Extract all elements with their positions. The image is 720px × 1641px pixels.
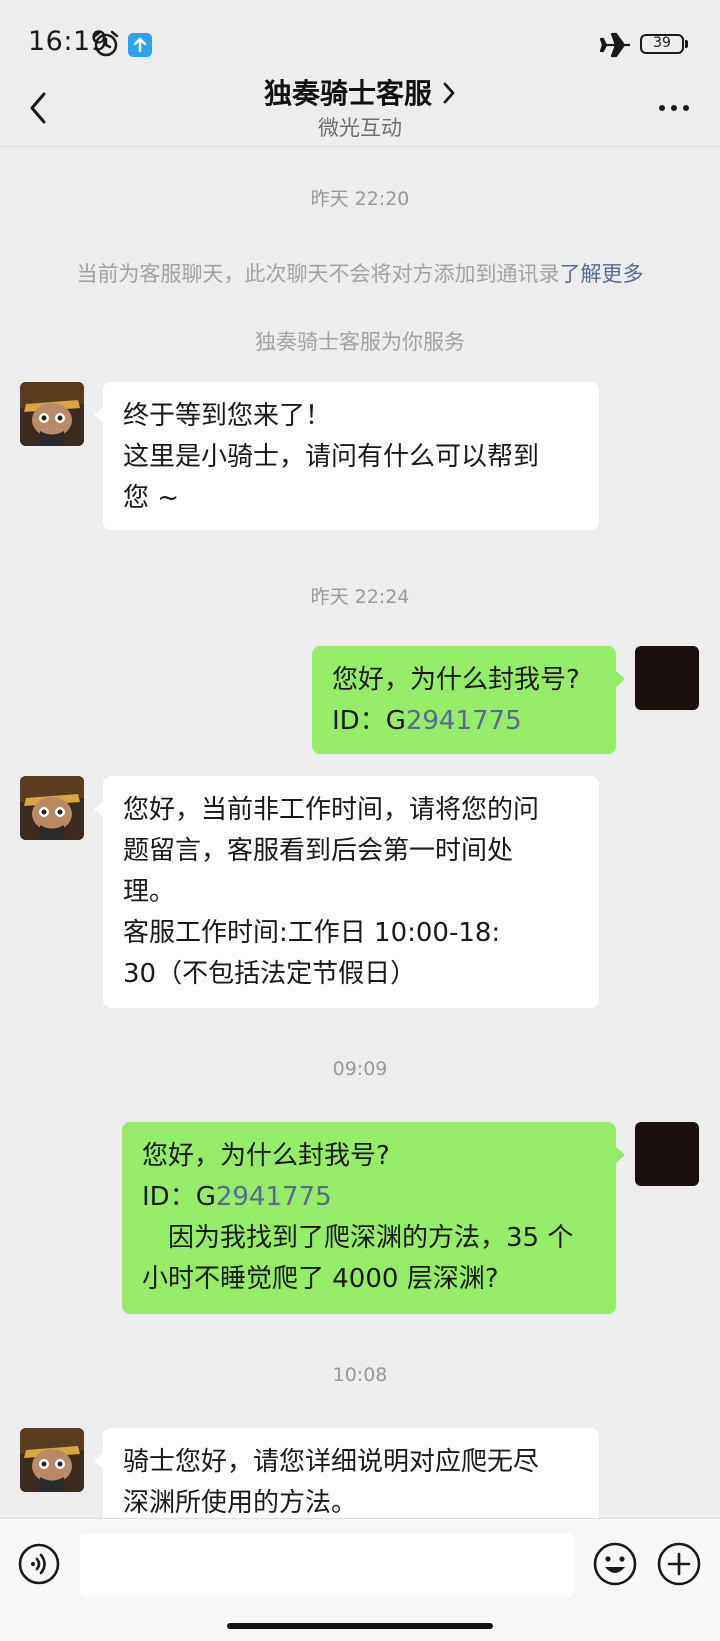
timestamp: 昨天 22:24: [310, 586, 410, 608]
message-text: ID：G2941775: [332, 706, 522, 736]
timestamp: 昨天 22:20: [310, 188, 410, 210]
message-text: 理。: [123, 877, 176, 907]
message-text: 您 ~: [123, 483, 180, 513]
user-avatar[interactable]: [635, 1122, 699, 1186]
add-icon[interactable]: [656, 1541, 702, 1587]
airplane-mode-icon: [600, 32, 630, 58]
message-text: 您好，当前非工作时间，请将您的问: [123, 795, 540, 825]
message-bubble[interactable]: 您好，为什么封我号? ID：G2941775 因为我找到了爬深渊的方法，35 个…: [122, 1122, 625, 1314]
chat-header: 独奏骑士客服 微光互动: [0, 70, 720, 147]
message-text: 客服工作时间:工作日 10:00-18:: [123, 918, 501, 948]
message-bubble[interactable]: 终于等到您来了！ 这里是小骑士，请问有什么可以帮到 您 ~: [94, 382, 599, 530]
status-bar: 16:19 39: [0, 0, 720, 78]
input-toolbar: [0, 1518, 720, 1641]
message-text: 您好，为什么封我号?: [332, 665, 580, 695]
id-number: 2941775: [405, 706, 522, 736]
emoji-icon[interactable]: [592, 1541, 638, 1587]
service-avatar[interactable]: [20, 1428, 84, 1492]
chat-title-link[interactable]: 独奏骑士客服: [0, 72, 720, 112]
message-text: 小时不睡觉爬了 4000 层深渊?: [142, 1264, 499, 1294]
message-text: 骑士您好，请您详细说明对应爬无尽: [123, 1447, 540, 1477]
service-avatar[interactable]: [20, 776, 84, 840]
service-avatar[interactable]: [20, 382, 84, 446]
timestamp: 09:09: [332, 1058, 388, 1080]
message-text: 您好，为什么封我号?: [142, 1141, 390, 1171]
chevron-right-icon[interactable]: [442, 81, 456, 105]
home-indicator[interactable]: [227, 1623, 493, 1629]
timestamp: 10:08: [332, 1364, 388, 1386]
message-text: 题留言，客服看到后会第一时间处: [123, 836, 514, 866]
chat-title[interactable]: 独奏骑士客服: [264, 77, 432, 110]
notice-text: 当前为客服聊天，此次聊天不会将对方添加到通讯录: [76, 262, 560, 286]
battery-icon: 39: [640, 34, 690, 54]
message-text: 这里是小骑士，请问有什么可以帮到: [123, 442, 540, 472]
id-number: 2941775: [215, 1182, 332, 1212]
message-bubble[interactable]: 您好，为什么封我号? ID：G2941775: [312, 646, 625, 754]
learn-more-link[interactable]: 了解更多: [560, 262, 644, 286]
chat-subtitle: 微光互动: [318, 116, 402, 140]
message-input[interactable]: [80, 1533, 574, 1597]
service-notice: 独奏骑士客服为你服务: [255, 330, 465, 354]
message-text: 因为我找到了爬深渊的方法，35 个: [142, 1223, 574, 1253]
service-chat-notice: 当前为客服聊天，此次聊天不会将对方添加到通讯录了解更多: [0, 258, 720, 288]
battery-level: 39: [653, 35, 671, 51]
upload-notification-icon: [128, 33, 152, 57]
message-bubble[interactable]: 您好，当前非工作时间，请将您的问 题留言，客服看到后会第一时间处 理。 客服工作…: [94, 776, 599, 1008]
message-text: 30（不包括法定节假日）: [123, 959, 417, 989]
voice-input-icon[interactable]: [18, 1543, 60, 1585]
more-options-icon[interactable]: [658, 104, 690, 112]
message-text: ID：G2941775: [142, 1182, 332, 1212]
message-text: 终于等到您来了！: [123, 401, 332, 431]
user-avatar[interactable]: [635, 646, 699, 710]
alarm-icon: [93, 30, 119, 57]
